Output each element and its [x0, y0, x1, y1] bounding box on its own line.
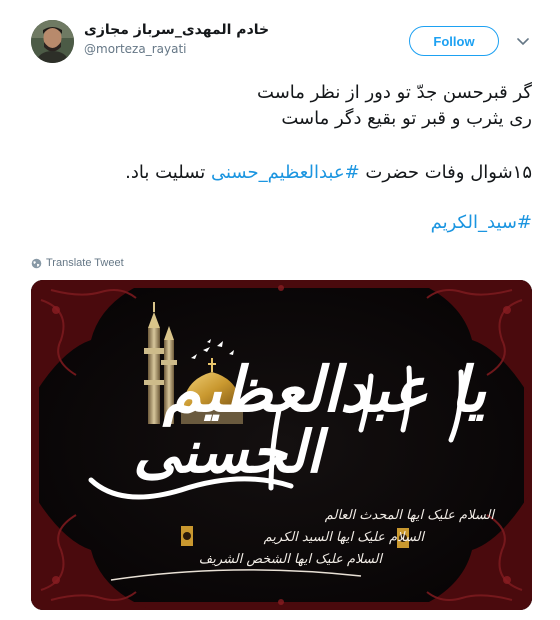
image-caption: السلام علیک ایها المحدث العالم: [324, 508, 494, 523]
translate-label: Translate Tweet: [46, 257, 124, 269]
tweet-card: خادم المهدی_سرباز مجازی @morteza_rayati …: [0, 0, 560, 620]
tweet-text: گر قبرحسن جدّ تو دور از نظر ماست ری یثرب…: [22, 80, 532, 236]
follow-button[interactable]: Follow: [409, 26, 499, 56]
globe-icon: [31, 258, 42, 268]
hashtag-link[interactable]: #سید_الکریم: [431, 212, 532, 233]
avatar[interactable]: [31, 20, 74, 63]
tweet-line: ۱۵شوال وفات حضرت #عبدالعظیم_حسنی تسلیت ب…: [22, 160, 532, 186]
chevron-down-icon: [517, 38, 529, 46]
user-info: خادم المهدی_سرباز مجازی @morteza_rayati: [84, 22, 269, 56]
tweet-text-fragment: تسلیت باد.: [125, 162, 206, 183]
translate-tweet-link[interactable]: Translate Tweet: [31, 257, 124, 269]
user-avatar-photo: [31, 20, 74, 63]
display-name[interactable]: خادم المهدی_سرباز مجازی: [84, 22, 269, 38]
tweet-line: #سید_الکریم: [22, 210, 532, 236]
tweet-menu-button[interactable]: [514, 33, 532, 51]
tweet-line: گر قبرحسن جدّ تو دور از نظر ماست: [257, 82, 532, 103]
tweet-image[interactable]: یا عبدالعظیم الحسنی السلام علیک ایها الم…: [31, 280, 532, 610]
image-title: یا عبدالعظیم: [163, 353, 488, 426]
image-title: الحسنی: [133, 418, 322, 486]
tweet-line: ری یثرب و قبر تو بقیع دگر ماست: [281, 108, 532, 129]
image-caption: السلام علیک ایها السید الکریم: [263, 530, 424, 545]
image-caption: السلام علیک ایها الشخص الشریف: [198, 552, 382, 567]
username[interactable]: @morteza_rayati: [84, 42, 269, 56]
hashtag-link[interactable]: #عبدالعظیم_حسنی: [211, 162, 360, 183]
tweet-text-fragment: ۱۵شوال وفات حضرت: [365, 162, 532, 183]
